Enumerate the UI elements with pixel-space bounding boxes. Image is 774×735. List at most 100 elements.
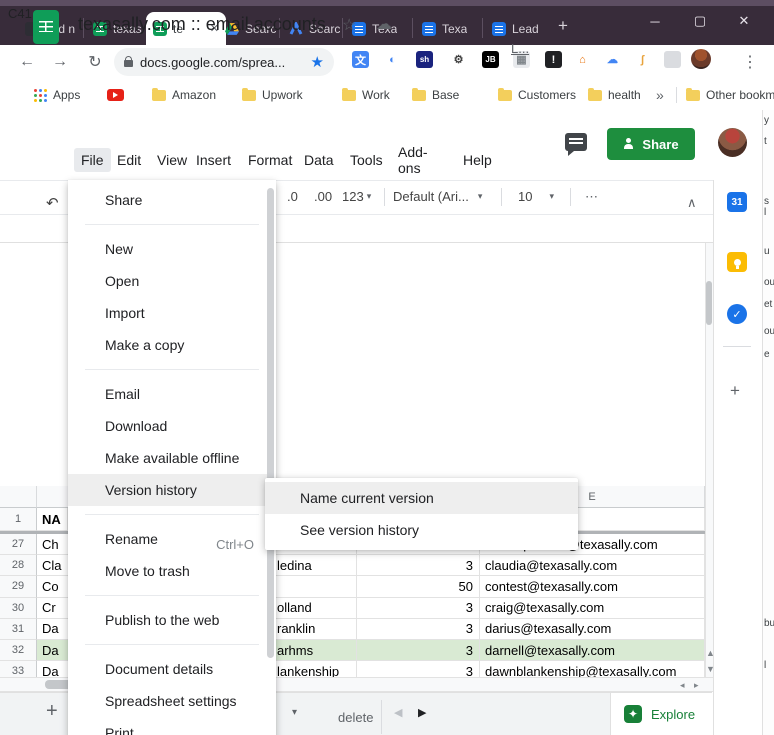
file-menu-item-make-a-copy[interactable]: Make a copy (68, 329, 274, 361)
menu-view[interactable]: View (150, 148, 194, 172)
translate-icon[interactable]: 文 (352, 51, 369, 68)
file-menu-item-new[interactable]: New▶ (68, 233, 274, 265)
cell-a29[interactable]: Co (37, 576, 68, 597)
menu-file[interactable]: File (74, 148, 111, 172)
cell-d29[interactable]: 50 (357, 576, 480, 597)
scroll-right-icon[interactable]: ▸ (694, 680, 699, 691)
ear-icon[interactable]: ʃ (634, 51, 651, 68)
cell-a31[interactable]: Da (37, 619, 68, 640)
menu-data[interactable]: Data (297, 148, 341, 172)
menu-help[interactable]: Help (456, 148, 499, 172)
cell-a30[interactable]: Cr (37, 598, 68, 619)
account-avatar[interactable] (718, 128, 747, 157)
menu-tools[interactable]: Tools (343, 148, 390, 172)
cell-d28[interactable]: 3 (357, 555, 480, 576)
increase-decimal-button[interactable]: .00 (314, 180, 332, 213)
calendar-icon[interactable]: 31 (727, 192, 747, 212)
file-menu-item-make-available-offline[interactable]: Make available offline (68, 442, 274, 474)
cell-e31[interactable]: darius@texasally.com (480, 619, 705, 640)
bookmark-folder-base[interactable]: Base (412, 85, 459, 105)
cell-e30[interactable]: craig@texasally.com (480, 598, 705, 619)
browser-profile-avatar[interactable] (691, 49, 711, 69)
new-tab-button[interactable]: + (558, 16, 568, 36)
star-document-icon[interactable]: ☆ (342, 15, 356, 35)
menu-insert[interactable]: Insert (189, 148, 238, 172)
address-bar[interactable]: docs.google.com/sprea... ★ (114, 48, 334, 76)
decrease-decimal-button[interactable]: .0 (287, 180, 298, 213)
submenu-item-see-version-history[interactable]: See version historyCtrl+Alt+Shift+H (265, 514, 578, 546)
file-menu-item-share[interactable]: Share (68, 184, 274, 216)
file-menu-item-import[interactable]: Import (68, 297, 274, 329)
bookmark-folder-amazon[interactable]: Amazon (152, 85, 216, 105)
keep-icon[interactable] (727, 252, 747, 272)
row-header-27[interactable]: 27 (0, 534, 37, 555)
file-menu-item-document-details[interactable]: Document details (68, 653, 274, 685)
circle-icon[interactable]: ◐ (384, 51, 401, 68)
cell-c29[interactable] (262, 576, 357, 597)
cell-d32[interactable]: 3 (357, 640, 480, 661)
explore-button[interactable]: ✦ Explore (610, 693, 712, 735)
file-menu-item-version-history[interactable]: Version history▶ (68, 474, 274, 506)
bookmark-star-icon[interactable]: ★ (311, 53, 324, 71)
cell-c30[interactable]: olland (262, 598, 357, 619)
close-button[interactable]: ✕ (729, 8, 759, 34)
jetbrains-icon[interactable]: JB (482, 51, 499, 68)
cell-a32[interactable]: Da (37, 640, 68, 661)
file-menu-item-print[interactable]: PrintCtrl+P (68, 717, 274, 735)
row-header-30[interactable]: 30 (0, 598, 37, 619)
menu-format[interactable]: Format (241, 148, 299, 172)
back-icon[interactable]: ← (14, 49, 40, 75)
cell-c31[interactable]: ranklin (262, 619, 357, 640)
puzzle-icon[interactable] (664, 51, 681, 68)
chrome-menu-icon[interactable]: ⋮ (737, 49, 763, 75)
file-menu-item-open[interactable]: OpenCtrl+O (68, 265, 274, 297)
file-menu-item-move-to-trash[interactable]: Move to trash (68, 555, 274, 587)
cell-c32[interactable]: arhms (262, 640, 357, 661)
row-header-29[interactable]: 29 (0, 576, 37, 597)
row-header-28[interactable]: 28 (0, 555, 37, 576)
add-addon-button[interactable]: + (730, 381, 740, 401)
bookmark-folder-upwork[interactable]: Upwork (242, 85, 303, 105)
reload-icon[interactable]: ↻ (82, 49, 108, 75)
file-menu-item-publish-to-the-web[interactable]: Publish to the web (68, 604, 274, 636)
file-menu-item-spreadsheet-settings[interactable]: Spreadsheet settings (68, 685, 274, 717)
number-format-button[interactable]: 123▾ (342, 180, 371, 213)
bookmark-folder-health[interactable]: health (588, 85, 641, 105)
other-bookmarks[interactable]: Other bookmarks (686, 85, 774, 105)
last-edit-link[interactable]: L... (511, 41, 529, 56)
cell-d30[interactable]: 3 (357, 598, 480, 619)
file-menu-item-rename[interactable]: Rename (68, 523, 274, 555)
file-menu-item-email[interactable]: Email▶ (68, 378, 274, 410)
minimize-button[interactable]: ─ (640, 8, 670, 34)
comment-history-icon[interactable] (565, 133, 587, 151)
menu-add-ons[interactable]: Add-ons (391, 148, 435, 172)
share-button[interactable]: Share (607, 128, 695, 160)
bookmark-folder-customers[interactable]: Customers (498, 85, 576, 105)
cell-e32[interactable]: darnell@texasally.com (480, 640, 705, 661)
row-header-31[interactable]: 31 (0, 619, 37, 640)
bookmarks-apps[interactable]: Apps (34, 85, 80, 105)
name-box[interactable]: C41 (8, 6, 32, 21)
menu-edit[interactable]: Edit (110, 148, 148, 172)
file-menu-scrollbar[interactable] (267, 188, 274, 658)
cell-e29[interactable]: contest@texasally.com (480, 576, 705, 597)
submenu-item-name-current-version[interactable]: Name current version (265, 482, 578, 514)
cloud-icon[interactable]: ☁ (604, 51, 621, 68)
cell-a1[interactable]: NA (37, 508, 68, 531)
row-header-32[interactable]: 32 (0, 640, 37, 661)
font-size-select[interactable]: 10▾ (518, 180, 554, 213)
cell-e28[interactable]: claudia@texasally.com (480, 555, 705, 576)
bookmark-youtube[interactable] (107, 85, 124, 105)
lamp-icon[interactable]: ! (545, 51, 562, 68)
home-icon[interactable]: ⌂ (574, 51, 591, 68)
file-menu-item-download[interactable]: Download▶ (68, 410, 274, 442)
bookmarks-overflow-icon[interactable]: » (656, 85, 664, 105)
cell-d31[interactable]: 3 (357, 619, 480, 640)
tasks-icon[interactable]: ✓ (727, 304, 747, 324)
document-title[interactable]: texasally.com :: email accounts (78, 14, 326, 35)
sheet-nav-right-icon[interactable]: ▶ (418, 706, 426, 719)
cell-a27[interactable]: Ch (37, 534, 68, 555)
cell-c28[interactable]: ledina (262, 555, 357, 576)
scroll-left-icon[interactable]: ◂ (680, 680, 685, 691)
row-header-1[interactable]: 1 (0, 508, 37, 531)
